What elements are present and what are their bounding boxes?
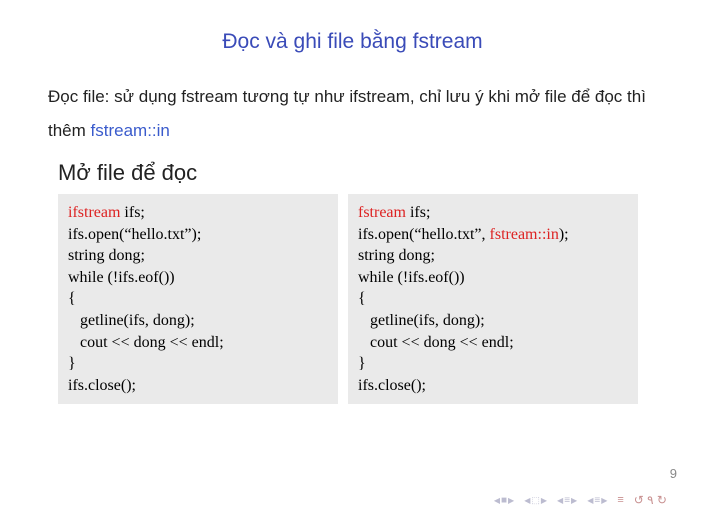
nav-prev-icon[interactable]: ◀≡▶ (557, 495, 577, 506)
intro-highlight: fstream::in (91, 121, 170, 140)
intro-text: Đọc file: sử dụng fstream tương tự như i… (48, 80, 657, 148)
keyword-ifstream: ifstream (68, 204, 120, 221)
code-block-left: ifstream ifs; ifs.open(“hello.txt”); str… (58, 194, 338, 404)
keyword-fstream-in: fstream::in (490, 226, 559, 243)
nav-back-forward-icon[interactable]: ↺ ۹ ↻ (634, 493, 667, 507)
beamer-nav-footer: ◀■▶ ◀⬚▶ ◀≡▶ ◀≡▶ ≡ ↺ ۹ ↻ (494, 493, 667, 507)
keyword-fstream: fstream (358, 204, 406, 221)
page-title: Đọc và ghi file bằng fstream (48, 30, 657, 54)
subtitle: Mở file để đọc (58, 160, 657, 186)
nav-group: ◀■▶ ◀⬚▶ ◀≡▶ ◀≡▶ ≡ ↺ ۹ ↻ (494, 493, 667, 507)
nav-first-icon[interactable]: ◀■▶ (494, 495, 514, 506)
nav-outline-icon[interactable]: ≡ (617, 494, 623, 506)
code-block-right: fstream ifs; ifs.open(“hello.txt”, fstre… (348, 194, 638, 404)
nav-prev-section-icon[interactable]: ◀⬚▶ (524, 495, 547, 506)
nav-next-icon[interactable]: ◀≡▶ (587, 495, 607, 506)
code-row: ifstream ifs; ifs.open(“hello.txt”); str… (58, 194, 657, 404)
page-number: 9 (670, 466, 677, 481)
